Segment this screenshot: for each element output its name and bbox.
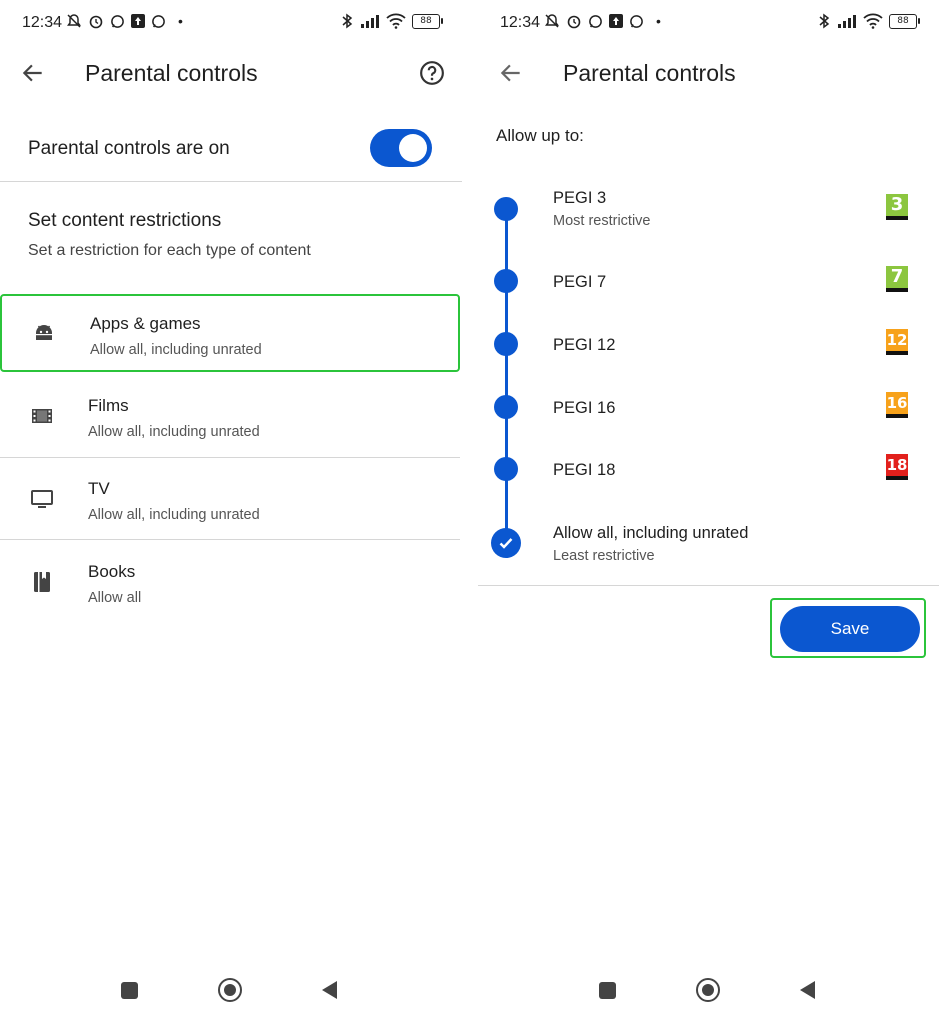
item-subtitle: Allow all, including unrated [88,507,260,523]
app-bar: Parental controls [0,46,462,102]
status-bar: 12:34 • 88 [0,0,462,46]
item-subtitle: Allow all, including unrated [88,424,260,440]
option-name: PEGI 16 [553,399,616,417]
pegi-7-badge: 7 [886,266,908,292]
recents-button[interactable] [121,982,138,999]
option-name: PEGI 3 [553,189,607,207]
content-restrictions-section: Set content restrictions Set a restricti… [28,210,311,260]
option-name: PEGI 18 [553,461,616,479]
page-title: Parental controls [85,60,258,86]
system-back-button[interactable] [800,981,815,999]
android-icon [36,325,52,340]
dot-icon: • [656,13,661,29]
system-nav-bar [0,968,462,1024]
parental-controls-toggle-row[interactable]: Parental controls are on [0,120,462,180]
pegi-18-badge: 18 [886,454,908,480]
item-title: Films [88,396,129,415]
status-bar: 12:34 • 88 [478,0,939,46]
whatsapp-icon [152,14,165,28]
page-title: Parental controls [563,60,736,86]
recents-button[interactable] [599,982,616,999]
upload-icon [609,14,623,28]
selected-check-icon [491,528,521,558]
app-bar: Parental controls [478,46,939,102]
option-dot [494,332,518,356]
whatsapp-icon [589,14,602,28]
battery-icon: 88 [412,13,443,29]
option-dot [494,197,518,221]
whatsapp-icon [111,14,124,28]
save-button[interactable]: Save [780,606,920,652]
book-icon [34,572,50,592]
allow-up-to-label: Allow up to: [496,126,584,145]
wifi-icon [863,13,883,29]
home-button[interactable] [696,978,720,1002]
item-subtitle: Allow all [88,590,142,606]
muted-bell-icon [545,14,559,28]
divider [478,585,939,586]
signal-icon [838,15,856,28]
bluetooth-icon [342,13,353,29]
save-highlight: Save [770,598,926,658]
pegi-16-badge: 16 [886,392,908,418]
battery-icon: 88 [889,13,920,29]
item-subtitle: Allow all, including unrated [90,342,262,358]
signal-icon [361,15,379,28]
whatsapp-icon [630,14,643,28]
pegi-12-badge: 12 [886,329,908,355]
option-sub: Least restrictive [553,548,655,564]
right-screen: 12:34 • 88 Parental controls Allow up to… [478,0,939,1024]
alarm-icon [89,15,103,29]
back-arrow-icon[interactable] [498,60,524,86]
bluetooth-icon [819,13,830,29]
option-pegi-16[interactable]: PEGI 16 16 [478,379,939,439]
option-pegi-12[interactable]: PEGI 12 12 [478,316,939,376]
home-button[interactable] [218,978,242,1002]
option-dot [494,395,518,419]
upload-icon [131,14,145,28]
item-title: TV [88,479,110,498]
divider [0,539,460,540]
books-item[interactable]: Books Allow all [0,544,460,622]
item-title: Books [88,562,136,581]
apps-games-item[interactable]: Apps & games Allow all, including unrate… [0,294,460,372]
divider [0,181,462,182]
tv-item[interactable]: TV Allow all, including unrated [0,461,460,539]
option-name: Allow all, including unrated [553,524,749,542]
muted-bell-icon [67,14,81,28]
alarm-icon [567,15,581,29]
option-pegi-18[interactable]: PEGI 18 18 [478,441,939,501]
system-nav-bar [478,968,939,1024]
status-time: 12:34 [22,14,63,31]
item-title: Apps & games [90,314,201,333]
pegi-3-badge: 3 [886,194,908,220]
film-icon [32,409,52,423]
wifi-icon [386,13,406,29]
option-pegi-3[interactable]: PEGI 3 Most restrictive 3 [478,183,939,243]
help-icon[interactable] [419,60,445,86]
left-screen: 12:34 • 88 Parental controls Parental co… [0,0,462,1024]
section-subheading: Set a restriction for each type of conte… [28,242,311,259]
option-dot [494,457,518,481]
back-arrow-icon[interactable] [20,60,46,86]
option-name: PEGI 12 [553,336,616,354]
option-dot [494,269,518,293]
option-name: PEGI 7 [553,273,607,291]
section-heading: Set content restrictions [28,210,222,231]
toggle-label: Parental controls are on [28,138,230,159]
divider [0,457,460,458]
tv-icon [31,490,53,508]
option-pegi-7[interactable]: PEGI 7 7 [478,253,939,313]
status-time: 12:34 [500,14,541,31]
films-item[interactable]: Films Allow all, including unrated [0,378,460,456]
system-back-button[interactable] [322,981,337,999]
parental-controls-switch[interactable] [370,129,432,167]
switch-knob [399,134,427,162]
option-allow-all[interactable]: Allow all, including unrated Least restr… [478,518,939,578]
option-sub: Most restrictive [553,213,651,229]
dot-icon: • [178,13,183,29]
